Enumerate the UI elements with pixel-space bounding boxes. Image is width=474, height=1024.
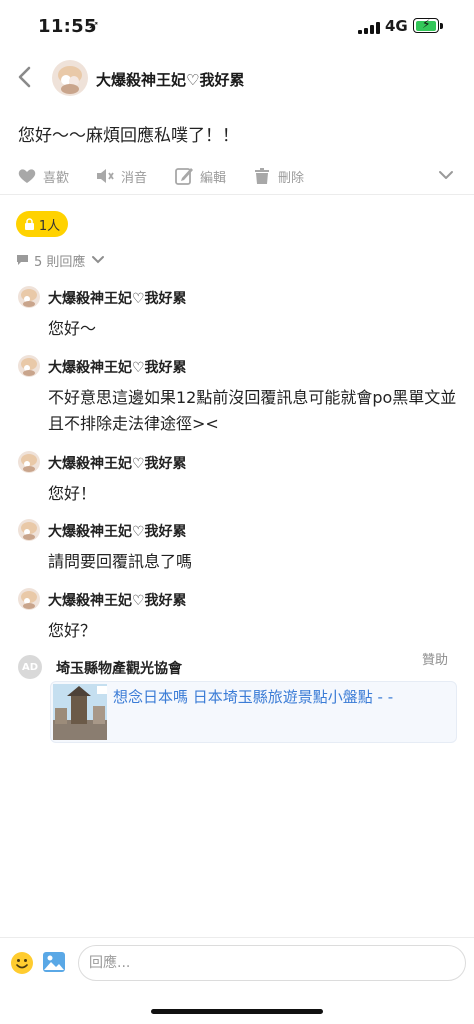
like-button[interactable]: 喜歡 — [17, 164, 69, 188]
comment-item: 大爆殺神王妃♡我好累 您好～ — [18, 286, 458, 346]
badge-label: 1人 — [38, 218, 61, 234]
trash-icon — [255, 168, 269, 184]
heart-icon — [18, 169, 36, 183]
replies-count-label: 5 則回應 — [34, 254, 86, 270]
chevron-down-icon[interactable] — [437, 166, 455, 184]
delete-button[interactable]: 刪除 — [252, 164, 304, 188]
comment-avatar[interactable] — [18, 451, 40, 473]
like-label: 喜歡 — [43, 170, 70, 186]
comment-author[interactable]: 大爆殺神王妃♡我好累 — [48, 357, 187, 377]
comment-avatar[interactable] — [18, 286, 40, 308]
replies-toggle[interactable]: 5 則回應 — [16, 251, 110, 270]
network-type: 4G — [385, 17, 408, 35]
post-text: 您好～～麻煩回應私噗了！！ — [18, 126, 239, 146]
image-icon[interactable] — [42, 951, 66, 973]
ad-author[interactable]: 埼玉縣物產觀光協會 — [56, 658, 182, 678]
ad-item: AD 埼玉縣物產觀光協會 贊助 想念日本嗎 日本埼玉縣旅遊景點小盤點 - - — [18, 653, 458, 743]
comment-avatar[interactable] — [18, 519, 40, 541]
header: 大爆殺神王妃♡我好累 — [0, 52, 474, 104]
comment-avatar[interactable] — [18, 588, 40, 610]
mute-button[interactable]: 消音 — [95, 164, 147, 188]
battery-tip — [440, 23, 443, 29]
speaker-mute-icon — [97, 169, 114, 183]
mute-label: 消音 — [121, 170, 148, 186]
comment-text: 請問要回覆訊息了嗎 — [48, 552, 193, 571]
ad-link-title[interactable]: 想念日本嗎 日本埼玉縣旅遊景點小盤點 - - — [113, 686, 393, 707]
reply-composer — [0, 937, 474, 988]
emoji-icon[interactable] — [10, 951, 34, 975]
signal-icon — [358, 22, 380, 34]
sponsored-label: 贊助 — [421, 653, 448, 668]
comment-author[interactable]: 大爆殺神王妃♡我好累 — [48, 453, 187, 473]
comment-item: 大爆殺神王妃♡我好累 請問要回覆訊息了嗎 — [18, 519, 458, 579]
comment-text: 您好～ — [48, 319, 97, 338]
home-indicator — [151, 1009, 323, 1014]
comment-text: 您好？ — [48, 621, 97, 640]
lock-icon — [24, 218, 34, 230]
comment-item: 大爆殺神王妃♡我好累 您好！ — [18, 451, 458, 511]
status-bar: 11:55 ➶ 4G ⚡ — [0, 0, 474, 52]
ad-avatar: AD — [18, 655, 42, 679]
page-title[interactable]: 大爆殺神王妃♡我好累 — [96, 69, 244, 90]
comment-item: 大爆殺神王妃♡我好累 不好意思這邊如果12點前沒回覆訊息可能就會po黑單文並且不… — [18, 355, 458, 435]
chevron-down-icon — [92, 256, 105, 264]
edit-label: 編輯 — [200, 170, 227, 186]
comment-item: 大爆殺神王妃♡我好累 您好？ — [18, 588, 458, 648]
battery-icon: ⚡ — [413, 17, 439, 33]
comment-author[interactable]: 大爆殺神王妃♡我好累 — [48, 288, 187, 308]
private-badge[interactable]: 1人 — [16, 211, 68, 237]
action-bar: 喜歡 消音 編輯 刪除 — [0, 158, 474, 195]
edit-button[interactable]: 編輯 — [174, 164, 226, 188]
ad-thumbnail-image — [53, 684, 107, 740]
comment-text: 您好！ — [48, 484, 97, 503]
location-icon: ➶ — [88, 18, 100, 34]
comment-text: 不好意思這邊如果12點前沒回覆訊息可能就會po黑單文並且不排除走法律途徑>< — [48, 388, 457, 433]
reply-input[interactable] — [78, 945, 466, 981]
delete-label: 刪除 — [278, 170, 305, 186]
comment-author[interactable]: 大爆殺神王妃♡我好累 — [48, 590, 187, 610]
comment-author[interactable]: 大爆殺神王妃♡我好累 — [48, 521, 187, 541]
avatar[interactable] — [52, 60, 88, 96]
speech-bubble-icon — [17, 255, 28, 265]
back-icon[interactable] — [14, 64, 38, 90]
comment-avatar[interactable] — [18, 355, 40, 377]
ad-link-card[interactable]: 想念日本嗎 日本埼玉縣旅遊景點小盤點 - - — [50, 681, 457, 743]
edit-icon — [175, 168, 193, 185]
